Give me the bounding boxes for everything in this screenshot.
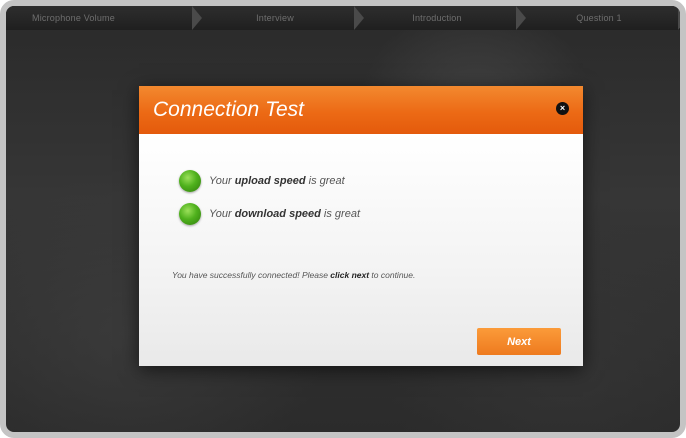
connection-test-dialog: Connection Test × Your upload speed is g… bbox=[139, 86, 583, 366]
step-question-1: Question 1 bbox=[518, 6, 680, 30]
chevron-right-icon bbox=[192, 6, 202, 30]
close-icon[interactable]: × bbox=[556, 102, 569, 115]
step-interview: Interview bbox=[194, 6, 364, 30]
green-dot-icon bbox=[179, 203, 201, 225]
step-label: Introduction bbox=[412, 13, 462, 23]
download-text-post: is great bbox=[320, 208, 361, 220]
step-label: Microphone Volume bbox=[32, 13, 115, 23]
dialog-body: Your upload speed is great Your download… bbox=[139, 134, 583, 366]
download-status-text: Your download speed is great bbox=[209, 208, 360, 220]
upload-text-pre: Your bbox=[209, 175, 235, 187]
step-microphone-volume: Microphone Volume bbox=[6, 6, 202, 30]
download-text-strong: download speed bbox=[234, 208, 321, 220]
chevron-right-icon bbox=[678, 6, 680, 30]
app-frame: Microphone Volume Interview Introduction… bbox=[0, 0, 686, 438]
step-label: Question 1 bbox=[576, 13, 622, 23]
download-text-pre: Your bbox=[209, 208, 235, 220]
progress-steps-bar: Microphone Volume Interview Introduction… bbox=[6, 6, 680, 30]
step-introduction: Introduction bbox=[356, 6, 526, 30]
upload-text-strong: upload speed bbox=[234, 175, 306, 187]
chevron-right-icon bbox=[516, 6, 526, 30]
upload-status-text: Your upload speed is great bbox=[209, 175, 345, 187]
upload-status-row: Your upload speed is great bbox=[179, 170, 345, 192]
next-button[interactable]: Next bbox=[477, 328, 561, 355]
success-message: You have successfully connected! Please … bbox=[172, 270, 415, 280]
message-text-strong: click next bbox=[330, 270, 370, 280]
dialog-header: Connection Test × bbox=[139, 86, 583, 134]
download-status-row: Your download speed is great bbox=[179, 203, 360, 225]
step-label: Interview bbox=[256, 13, 294, 23]
message-text-pre: You have successfully connected! Please bbox=[172, 270, 331, 280]
dialog-title: Connection Test bbox=[153, 98, 304, 121]
chevron-right-icon bbox=[354, 6, 364, 30]
green-dot-icon bbox=[179, 170, 201, 192]
upload-text-post: is great bbox=[305, 175, 345, 187]
message-text-post: to continue. bbox=[369, 270, 416, 280]
